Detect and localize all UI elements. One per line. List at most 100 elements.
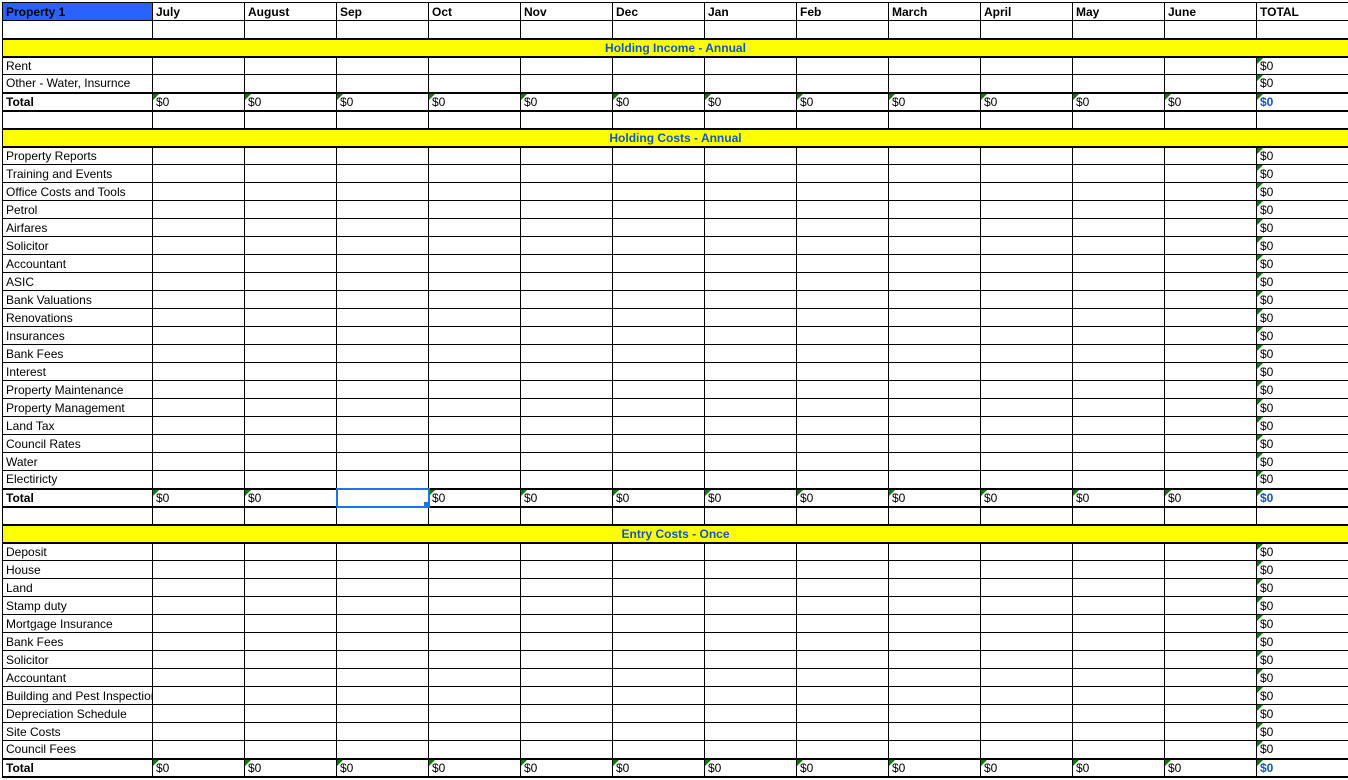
header-month-4[interactable]: Nov — [521, 3, 613, 21]
spacer-cell[interactable] — [429, 21, 521, 39]
cell[interactable] — [1165, 579, 1257, 597]
section-total-month[interactable]: $0 — [245, 93, 337, 111]
cell[interactable] — [1165, 651, 1257, 669]
cell[interactable] — [337, 381, 429, 399]
section-total-month[interactable]: $0 — [613, 759, 705, 777]
header-month-9[interactable]: April — [981, 3, 1073, 21]
cell[interactable] — [521, 561, 613, 579]
cell[interactable] — [429, 705, 521, 723]
cell[interactable] — [1073, 579, 1165, 597]
row-total[interactable]: $0 — [1257, 471, 1348, 489]
cell[interactable] — [613, 255, 705, 273]
cell[interactable] — [1073, 705, 1165, 723]
cell[interactable] — [429, 363, 521, 381]
cell[interactable] — [1165, 363, 1257, 381]
cell[interactable] — [613, 309, 705, 327]
cell[interactable] — [245, 687, 337, 705]
cell[interactable] — [1073, 723, 1165, 741]
row-label[interactable]: Bank Fees — [3, 633, 153, 651]
cell[interactable] — [1165, 633, 1257, 651]
cell[interactable] — [705, 219, 797, 237]
cell[interactable] — [153, 399, 245, 417]
cell[interactable] — [889, 309, 981, 327]
cell[interactable] — [705, 417, 797, 435]
cell[interactable] — [613, 237, 705, 255]
cell[interactable] — [613, 471, 705, 489]
spacer-cell[interactable] — [3, 21, 153, 39]
row-total[interactable]: $0 — [1257, 669, 1348, 687]
spacer-cell[interactable] — [337, 507, 429, 525]
cell[interactable] — [1073, 741, 1165, 759]
cell[interactable] — [613, 399, 705, 417]
cell[interactable] — [1073, 399, 1165, 417]
cell[interactable] — [613, 291, 705, 309]
cell[interactable] — [521, 705, 613, 723]
row-total[interactable]: $0 — [1257, 201, 1348, 219]
cell[interactable] — [797, 165, 889, 183]
cell[interactable] — [1073, 291, 1165, 309]
cell[interactable] — [1073, 435, 1165, 453]
spacer-cell[interactable] — [1165, 507, 1257, 525]
cell[interactable] — [245, 363, 337, 381]
spacer-cell[interactable] — [981, 111, 1073, 129]
spreadsheet-table[interactable]: Property 1JulyAugustSepOctNovDecJanFebMa… — [2, 2, 1348, 778]
cell[interactable] — [1073, 201, 1165, 219]
row-total[interactable]: $0 — [1257, 543, 1348, 561]
cell[interactable] — [337, 399, 429, 417]
cell[interactable] — [337, 75, 429, 93]
cell[interactable] — [521, 291, 613, 309]
cell[interactable] — [521, 723, 613, 741]
cell[interactable] — [1165, 615, 1257, 633]
cell[interactable] — [797, 57, 889, 75]
cell[interactable] — [1073, 345, 1165, 363]
cell[interactable] — [245, 219, 337, 237]
cell[interactable] — [613, 345, 705, 363]
cell[interactable] — [981, 399, 1073, 417]
row-label[interactable]: Accountant — [3, 669, 153, 687]
cell[interactable] — [429, 633, 521, 651]
cell[interactable] — [797, 417, 889, 435]
spacer-cell[interactable] — [1073, 21, 1165, 39]
cell[interactable] — [889, 147, 981, 165]
cell[interactable] — [245, 471, 337, 489]
cell[interactable] — [613, 75, 705, 93]
spacer-cell[interactable] — [153, 21, 245, 39]
cell[interactable] — [337, 255, 429, 273]
cell[interactable] — [1165, 183, 1257, 201]
cell[interactable] — [981, 723, 1073, 741]
section-total-month[interactable]: $0 — [337, 759, 429, 777]
section-total-month[interactable]: $0 — [1073, 489, 1165, 507]
cell[interactable] — [613, 633, 705, 651]
cell[interactable] — [245, 417, 337, 435]
cell[interactable] — [429, 345, 521, 363]
cell[interactable] — [1165, 255, 1257, 273]
row-total[interactable]: $0 — [1257, 165, 1348, 183]
cell[interactable] — [337, 597, 429, 615]
spacer-cell[interactable] — [797, 21, 889, 39]
row-total[interactable]: $0 — [1257, 453, 1348, 471]
cell[interactable] — [797, 597, 889, 615]
spacer-cell[interactable] — [613, 507, 705, 525]
row-label[interactable]: Training and Events — [3, 165, 153, 183]
spacer-cell[interactable] — [613, 111, 705, 129]
spacer-cell[interactable] — [889, 111, 981, 129]
cell[interactable] — [705, 633, 797, 651]
cell[interactable] — [889, 561, 981, 579]
header-total[interactable]: TOTAL — [1257, 3, 1348, 21]
spacer-cell[interactable] — [1257, 507, 1348, 525]
spacer-cell[interactable] — [3, 111, 153, 129]
cell[interactable] — [337, 417, 429, 435]
row-label[interactable]: Solicitor — [3, 651, 153, 669]
cell[interactable] — [245, 651, 337, 669]
spacer-cell[interactable] — [337, 111, 429, 129]
cell[interactable] — [521, 615, 613, 633]
spacer-cell[interactable] — [245, 111, 337, 129]
section-total-month[interactable]: $0 — [613, 489, 705, 507]
spacer-cell[interactable] — [1165, 111, 1257, 129]
cell[interactable] — [981, 651, 1073, 669]
cell[interactable] — [981, 705, 1073, 723]
cell[interactable] — [245, 345, 337, 363]
row-label[interactable]: Petrol — [3, 201, 153, 219]
cell[interactable] — [245, 561, 337, 579]
section-total-month[interactable]: $0 — [1165, 93, 1257, 111]
